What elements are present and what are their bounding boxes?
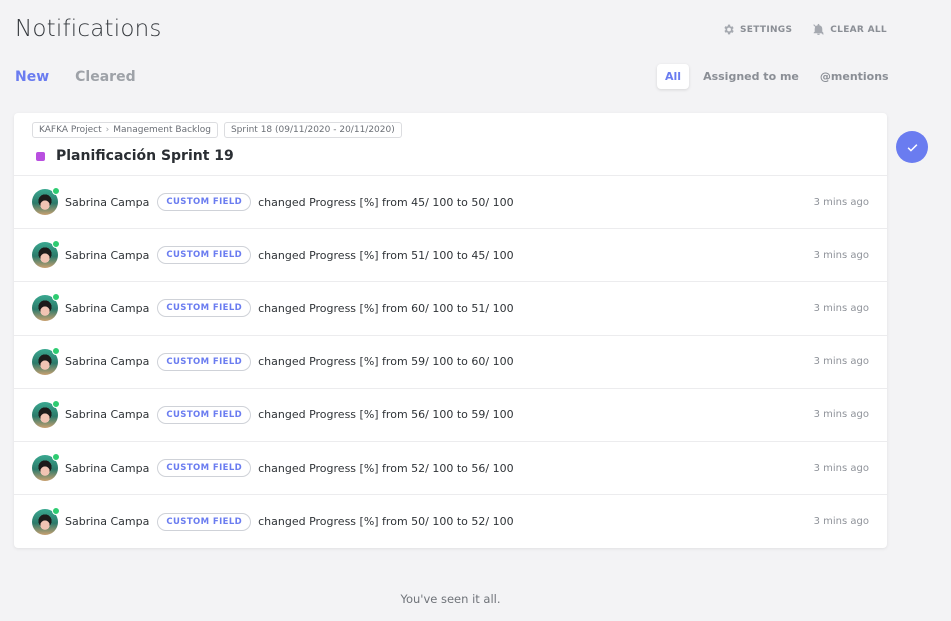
user-name: Sabrina Campa bbox=[65, 248, 150, 262]
list-item[interactable]: Sabrina Campa CUSTOM FIELD changed Progr… bbox=[14, 495, 887, 548]
notification-message: changed Progress [%] from 51/ 100 to 45/… bbox=[258, 248, 514, 262]
online-status-icon bbox=[52, 453, 60, 462]
notification-tabs: New Cleared bbox=[15, 69, 136, 85]
custom-field-badge: CUSTOM FIELD bbox=[157, 512, 252, 531]
list-item[interactable]: Sabrina Campa CUSTOM FIELD changed Progr… bbox=[14, 282, 887, 336]
avatar[interactable] bbox=[32, 187, 60, 216]
notification-message: changed Progress [%] from 56/ 100 to 59/… bbox=[258, 408, 514, 422]
breadcrumb-location[interactable]: KAFKA Project › Management Backlog bbox=[32, 122, 218, 138]
breadcrumb-sprint-label: Sprint 18 (09/11/2020 - 20/11/2020) bbox=[230, 125, 395, 135]
clear-all-button[interactable]: CLEAR ALL bbox=[812, 23, 887, 36]
custom-field-badge: CUSTOM FIELD bbox=[157, 459, 252, 478]
user-name: Sabrina Campa bbox=[65, 195, 150, 209]
online-status-icon bbox=[52, 293, 60, 302]
gear-icon bbox=[724, 24, 734, 35]
custom-field-badge: CUSTOM FIELD bbox=[157, 246, 252, 265]
notification-time: 3 mins ago bbox=[813, 196, 869, 208]
list-item[interactable]: Sabrina Campa CUSTOM FIELD changed Progr… bbox=[14, 389, 887, 442]
list-item[interactable]: Sabrina Campa CUSTOM FIELD changed Progr… bbox=[14, 229, 887, 283]
mark-cleared-button[interactable] bbox=[896, 131, 928, 163]
notification-time: 3 mins ago bbox=[813, 302, 869, 314]
notification-message: changed Progress [%] from 52/ 100 to 56/… bbox=[258, 461, 514, 475]
settings-button[interactable]: SETTINGS bbox=[722, 23, 792, 36]
breadcrumb-project: KAFKA Project bbox=[39, 125, 102, 135]
notification-card: KAFKA Project › Management Backlog Sprin… bbox=[14, 113, 887, 548]
settings-label: SETTINGS bbox=[740, 24, 793, 35]
end-of-list-note: You've seen it all. bbox=[400, 592, 501, 606]
custom-field-badge: CUSTOM FIELD bbox=[157, 299, 252, 318]
user-name: Sabrina Campa bbox=[65, 408, 150, 422]
task-title[interactable]: Planificación Sprint 19 bbox=[36, 148, 234, 164]
breadcrumb-sprint[interactable]: Sprint 18 (09/11/2020 - 20/11/2020) bbox=[223, 122, 402, 138]
notification-time: 3 mins ago bbox=[813, 516, 869, 528]
clear-all-label: CLEAR ALL bbox=[830, 24, 887, 35]
custom-field-badge: CUSTOM FIELD bbox=[157, 352, 252, 371]
list-item[interactable]: Sabrina Campa CUSTOM FIELD changed Progr… bbox=[14, 176, 887, 230]
card-header: KAFKA Project › Management Backlog Sprin… bbox=[14, 113, 887, 176]
notification-time: 3 mins ago bbox=[813, 409, 869, 421]
online-status-icon bbox=[52, 506, 60, 515]
online-status-icon bbox=[52, 399, 60, 408]
user-name: Sabrina Campa bbox=[65, 301, 150, 315]
page-title: Notifications bbox=[15, 16, 162, 42]
notification-message: changed Progress [%] from 60/ 100 to 51/… bbox=[258, 301, 514, 315]
avatar[interactable] bbox=[32, 506, 60, 535]
tab-new[interactable]: New bbox=[15, 69, 49, 85]
avatar[interactable] bbox=[32, 293, 60, 322]
notification-message: changed Progress [%] from 45/ 100 to 50/… bbox=[258, 195, 514, 209]
filter-assigned-to-me[interactable]: Assigned to me bbox=[696, 64, 806, 89]
notification-time: 3 mins ago bbox=[813, 462, 869, 474]
chevron-right-icon: › bbox=[105, 125, 110, 135]
check-icon bbox=[907, 143, 917, 152]
avatar[interactable] bbox=[32, 346, 60, 375]
task-status-square-icon bbox=[36, 151, 45, 161]
bell-off-icon bbox=[813, 23, 825, 35]
custom-field-badge: CUSTOM FIELD bbox=[157, 193, 252, 212]
breadcrumb: KAFKA Project › Management Backlog Sprin… bbox=[32, 122, 402, 138]
notification-time: 3 mins ago bbox=[813, 356, 869, 368]
notification-message: changed Progress [%] from 50/ 100 to 52/… bbox=[258, 515, 514, 529]
header-actions: SETTINGS CLEAR ALL bbox=[722, 23, 887, 36]
filter-all[interactable]: All bbox=[657, 64, 690, 89]
user-name: Sabrina Campa bbox=[65, 515, 150, 529]
notification-list: Sabrina Campa CUSTOM FIELD changed Progr… bbox=[14, 176, 887, 548]
notification-message: changed Progress [%] from 59/ 100 to 60/… bbox=[258, 355, 514, 369]
online-status-icon bbox=[52, 240, 60, 249]
user-name: Sabrina Campa bbox=[65, 355, 150, 369]
user-name: Sabrina Campa bbox=[65, 461, 150, 475]
list-item[interactable]: Sabrina Campa CUSTOM FIELD changed Progr… bbox=[14, 336, 887, 389]
online-status-icon bbox=[52, 346, 60, 355]
avatar[interactable] bbox=[32, 240, 60, 269]
filter-mentions[interactable]: @mentions bbox=[813, 64, 896, 89]
avatar[interactable] bbox=[32, 399, 60, 428]
avatar[interactable] bbox=[32, 453, 60, 482]
task-title-text: Planificación Sprint 19 bbox=[56, 148, 234, 164]
list-item[interactable]: Sabrina Campa CUSTOM FIELD changed Progr… bbox=[14, 442, 887, 496]
tab-cleared[interactable]: Cleared bbox=[75, 69, 135, 85]
notification-time: 3 mins ago bbox=[813, 249, 869, 261]
breadcrumb-list: Management Backlog bbox=[113, 125, 211, 135]
custom-field-badge: CUSTOM FIELD bbox=[157, 405, 252, 424]
online-status-icon bbox=[52, 187, 60, 196]
notification-filters: All Assigned to me @mentions bbox=[657, 64, 903, 89]
